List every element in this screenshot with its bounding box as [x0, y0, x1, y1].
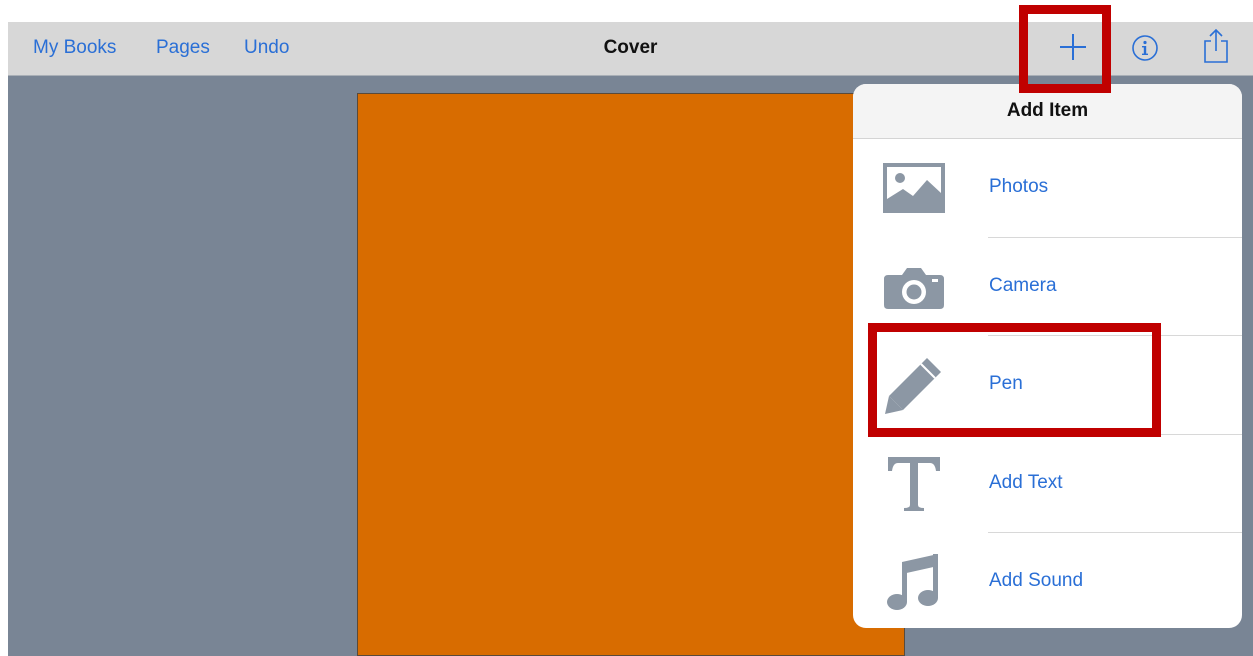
menu-label-camera: Camera [989, 274, 1057, 296]
share-icon[interactable] [1203, 28, 1229, 69]
menu-label-photos: Photos [989, 176, 1049, 197]
music-note-icon [881, 552, 947, 612]
menu-item-pen[interactable]: Pen [853, 336, 1242, 435]
text-icon [881, 454, 947, 514]
menu-item-photos[interactable]: Photos [853, 139, 1242, 238]
plus-icon[interactable] [1058, 32, 1088, 67]
camera-icon [881, 257, 947, 317]
menu-item-camera[interactable]: Camera [853, 238, 1242, 336]
menu-label-pen: Pen [989, 373, 1023, 394]
menu-item-add-sound[interactable]: Add Sound [853, 533, 1242, 628]
add-item-popover: Add Item Photos Camera Pen Add Text Add … [853, 84, 1242, 628]
menu-label-add-text: Add Text [989, 471, 1063, 493]
photos-icon [881, 158, 947, 218]
pen-icon [881, 355, 947, 415]
popover-title: Add Item [853, 84, 1242, 139]
menu-item-add-text[interactable]: Add Text [853, 435, 1242, 533]
app-screen: My Books Pages Undo Cover Add Item Photo… [8, 22, 1253, 656]
menu-label-add-sound: Add Sound [989, 570, 1084, 591]
cover-page[interactable] [357, 93, 905, 656]
info-icon[interactable] [1131, 34, 1159, 67]
navigation-bar: My Books Pages Undo Cover [8, 22, 1253, 76]
